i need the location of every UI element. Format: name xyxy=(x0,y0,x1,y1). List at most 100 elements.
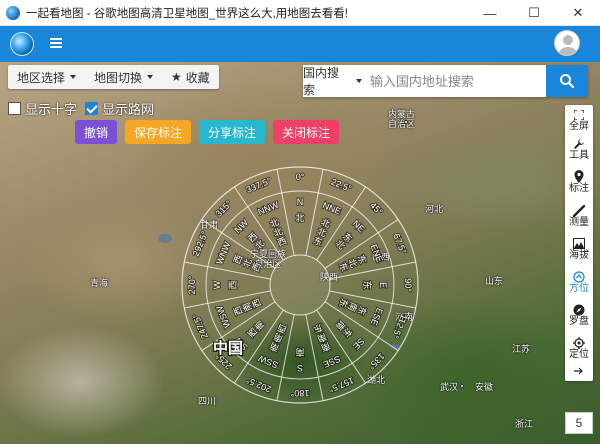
map-switch-button[interactable]: 地图切换 xyxy=(85,65,162,89)
search-bar: 国内搜索 xyxy=(303,65,588,97)
minimize-button[interactable]: — xyxy=(468,0,512,26)
map-label-shandong: 山东 xyxy=(485,276,504,286)
search-button[interactable] xyxy=(545,65,588,97)
compass-cn-direction-char: 南 xyxy=(295,346,304,358)
compass-degree-label: 90° xyxy=(403,278,413,292)
compass-inner-ring xyxy=(269,254,331,316)
map-label-zhejiang: 浙江 xyxy=(515,419,534,429)
right-toolbar: 全屏 工具 标注 测量 海拔 方位 罗盘 定位 xyxy=(565,105,593,381)
region-select-label: 地区选择 xyxy=(17,70,66,85)
compass-degree-label: 270° xyxy=(187,275,197,294)
arrow-right-icon xyxy=(574,367,583,375)
compass-arrow-icon xyxy=(572,270,586,283)
map-pin-icon xyxy=(572,170,586,183)
annotation-actions: 撤销 保存标注 分享标注 关闭标注 xyxy=(75,120,340,144)
compass-degree-label: 0° xyxy=(296,172,305,182)
wrench-icon xyxy=(572,137,586,150)
crosshair-icon xyxy=(572,336,586,349)
compass-tool[interactable]: 罗盘 xyxy=(565,302,593,330)
map-label-qinghai: 青海 xyxy=(90,278,109,288)
compass-direction-label: E xyxy=(378,282,388,288)
map-label-wuhan: 武汉 xyxy=(440,382,459,392)
fullscreen-tool[interactable]: 全屏 xyxy=(565,107,593,135)
tools-label: 工具 xyxy=(569,150,589,161)
locate-tool[interactable]: 定位 xyxy=(565,335,593,363)
ruler-icon xyxy=(572,204,586,217)
close-annotation-button[interactable]: 关闭标注 xyxy=(273,120,340,144)
compass-direction-label: W xyxy=(212,280,222,289)
show-crosshair-label: 显示十字 xyxy=(25,102,78,117)
compass-direction-label: SSW xyxy=(256,353,279,370)
city-dot xyxy=(404,120,408,124)
compass-center-label: 中国 xyxy=(213,339,243,357)
favorites-label: 收藏 xyxy=(185,70,210,85)
compass-cn-direction-char: 西 xyxy=(228,280,239,289)
compass-cn-direction-char: 东 xyxy=(361,280,373,289)
compass-direction-label: NE xyxy=(351,218,367,234)
locate-label: 定位 xyxy=(569,349,589,360)
maximize-button[interactable]: ☐ xyxy=(512,0,556,26)
annotate-label: 标注 xyxy=(569,183,589,194)
compass-icon xyxy=(572,303,586,316)
tools-tool[interactable]: 工具 xyxy=(565,136,593,164)
save-annotation-button[interactable]: 保存标注 xyxy=(125,120,192,144)
map-options: 显示十字 显示路网 xyxy=(8,99,162,118)
chevron-down-icon xyxy=(70,75,77,79)
window-title: 一起看地图 - 谷歌地图高清卫星地图_世界这么大,用地图去看看! xyxy=(26,7,349,20)
user-avatar-icon[interactable] xyxy=(554,30,580,56)
compass-direction-label: N xyxy=(297,197,304,207)
chevron-down-icon xyxy=(147,75,154,79)
map-control-group: 地区选择 地图切换 ★ 收藏 xyxy=(8,65,219,89)
compass-direction-label: WNW xyxy=(214,240,232,266)
map-switch-label: 地图切换 xyxy=(94,70,143,85)
city-dot xyxy=(460,384,464,388)
fullscreen-icon xyxy=(572,108,586,121)
undo-button[interactable]: 撤销 xyxy=(75,120,118,144)
globe-icon[interactable] xyxy=(10,32,34,56)
compass-direction-label: SE xyxy=(351,336,367,352)
bearing-tool[interactable]: 方位 xyxy=(565,269,593,297)
compass-direction-label: S xyxy=(297,363,303,373)
map-label-inner-mongolia: 内蒙古 自治区 xyxy=(388,109,416,129)
region-select-button[interactable]: 地区选择 xyxy=(8,65,85,89)
window-title-bar: 一起看地图 - 谷歌地图高清卫星地图_世界这么大,用地图去看看! — ☐ ✕ xyxy=(0,0,600,26)
compass-group: 0°N北22.5°NNE北北东45°NE东北 67.5°ENE东北东90°E东11… xyxy=(181,166,419,404)
bearing-label: 方位 xyxy=(569,283,589,294)
compass-degree-label: 180° xyxy=(290,388,309,398)
compass-direction-label: SSE xyxy=(322,354,342,370)
show-roads-checkbox[interactable] xyxy=(85,102,99,115)
app-globe-icon xyxy=(6,5,20,20)
app-header xyxy=(0,26,600,62)
measure-label: 测量 xyxy=(569,217,589,228)
search-icon xyxy=(559,74,575,89)
favorites-button[interactable]: ★ 收藏 xyxy=(162,65,219,89)
map-label-anhui: 安徽 xyxy=(475,382,494,392)
search-input[interactable] xyxy=(361,65,546,97)
mountain-icon xyxy=(572,237,586,250)
compass-direction-label: NNE xyxy=(321,200,342,217)
compass-degree-label: 22.5° xyxy=(330,177,354,194)
show-crosshair-checkbox[interactable] xyxy=(8,102,21,115)
annotate-tool[interactable]: 标注 xyxy=(565,169,593,197)
map-label-jiangsu: 江苏 xyxy=(512,344,531,354)
compass-direction-label: WSW xyxy=(214,304,232,330)
show-roads-label: 显示路网 xyxy=(102,102,155,117)
elevation-label: 海拔 xyxy=(569,250,589,261)
compass-rose[interactable]: 0°N北22.5°NNE北北东45°NE东北 67.5°ENE东北东90°E东11… xyxy=(170,163,430,413)
share-annotation-button[interactable]: 分享标注 xyxy=(199,120,266,144)
compass-degree-label: 45° xyxy=(368,200,385,217)
close-button[interactable]: ✕ xyxy=(556,0,600,26)
page-indicator[interactable]: 5 xyxy=(565,412,593,434)
hamburger-icon[interactable] xyxy=(50,38,62,48)
elevation-tool[interactable]: 海拔 xyxy=(565,236,593,264)
search-type-select[interactable]: 国内搜索 xyxy=(303,65,362,97)
compass-direction-label: ENE xyxy=(369,243,385,264)
compass-degree-label: 67.5° xyxy=(391,232,408,256)
compass-label: 罗盘 xyxy=(569,316,589,327)
measure-tool[interactable]: 测量 xyxy=(565,203,593,231)
collapse-toolbar-button[interactable] xyxy=(565,363,593,379)
compass-direction-label: NNW xyxy=(256,199,280,217)
compass-cn-direction-char: 北 xyxy=(295,213,304,224)
star-icon: ★ xyxy=(171,70,182,84)
fullscreen-label: 全屏 xyxy=(569,121,589,132)
